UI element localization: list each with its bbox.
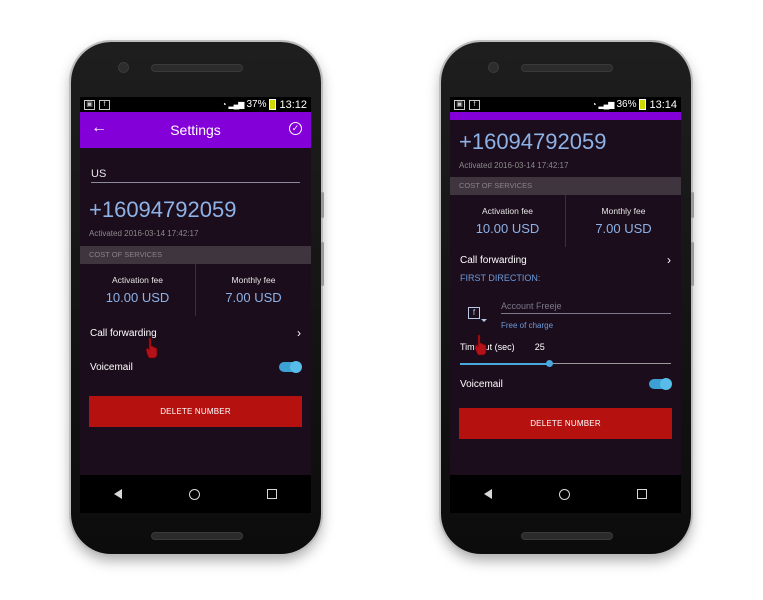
free-of-charge-label: Free of charge <box>501 321 554 330</box>
slider-thumb[interactable] <box>545 360 553 367</box>
fees-row: Activation fee 10.00 USD Monthly fee 7.0… <box>450 195 681 247</box>
battery-icon <box>269 99 277 110</box>
first-direction-label: FIRST DIRECTION: <box>460 273 541 283</box>
slider-fill <box>460 363 549 365</box>
activation-fee-label: Activation fee <box>111 275 164 285</box>
timeout-slider[interactable] <box>460 360 671 368</box>
image-icon: ▣ <box>454 99 465 110</box>
bottom-speaker <box>151 532 243 540</box>
monthly-fee-value: 7.00 USD <box>225 290 282 305</box>
clock: 13:12 <box>279 98 307 111</box>
phone-frame-right: ▣ f ◔ ▂▄▆ 36% 13:14 +16094792059 Activat… <box>441 42 694 554</box>
signal-icon: ▂▄▆ <box>228 100 244 109</box>
activation-fee: Activation fee 10.00 USD <box>450 195 565 247</box>
monthly-fee-label: Monthly fee <box>231 275 276 285</box>
facebook-icon: f <box>469 99 480 110</box>
wifi-icon: ◔ <box>591 100 597 109</box>
home-circle-icon[interactable] <box>558 488 570 500</box>
section-header-cost: COST OF SERVICES <box>80 246 311 264</box>
battery-icon <box>639 99 647 110</box>
signal-icon: ▂▄▆ <box>598 100 614 109</box>
voicemail-row: Voicemail <box>80 350 311 384</box>
status-bar: ▣ f ◔ ▂▄▆ 37% 13:12 <box>80 97 311 112</box>
activation-date: Activated 2016-03-14 17:42:17 <box>459 161 569 170</box>
clock: 13:14 <box>649 98 677 111</box>
back-arrow-icon[interactable]: ← <box>91 119 107 137</box>
hand-pointer-icon <box>474 334 487 356</box>
app-bar <box>450 112 681 120</box>
volume-button <box>691 242 694 286</box>
voicemail-toggle[interactable] <box>649 378 672 390</box>
monthly-fee: Monthly fee 7.00 USD <box>195 264 311 316</box>
battery-percent: 37% <box>246 99 267 110</box>
recents-square-icon[interactable] <box>267 489 278 499</box>
voicemail-row: Voicemail <box>450 370 681 398</box>
monthly-fee-value: 7.00 USD <box>595 221 652 236</box>
voicemail-toggle[interactable] <box>279 361 302 373</box>
call-forwarding-row[interactable]: Call forwarding › <box>450 247 681 273</box>
facebook-icon: f <box>99 99 110 110</box>
voicemail-label: Voicemail <box>90 361 133 373</box>
top-speaker <box>521 64 613 72</box>
timeout-value: 25 <box>534 342 545 352</box>
image-icon: ▣ <box>84 99 95 110</box>
chevron-right-icon: › <box>297 326 301 340</box>
confirm-check-icon[interactable]: ✓ <box>289 122 302 135</box>
recents-square-icon[interactable] <box>637 489 648 499</box>
call-forwarding-label: Call forwarding <box>460 254 527 266</box>
power-button <box>691 192 694 218</box>
back-triangle-icon[interactable] <box>113 489 122 499</box>
country-field[interactable]: US <box>91 168 300 183</box>
front-camera <box>488 62 499 73</box>
chevron-right-icon: › <box>667 253 671 267</box>
home-circle-icon[interactable] <box>188 488 200 500</box>
account-block: Account Freeje Free of charge <box>501 295 671 330</box>
top-speaker <box>151 64 243 72</box>
fees-row: Activation fee 10.00 USD Monthly fee 7.0… <box>80 264 311 316</box>
voicemail-label: Voicemail <box>460 378 503 390</box>
status-bar: ▣ f ◔ ▂▄▆ 36% 13:14 <box>450 97 681 112</box>
volume-button <box>321 242 324 286</box>
phone-frame-left: ▣ f ◔ ▂▄▆ 37% 13:12 ← Settings ✓ US +160… <box>71 42 324 554</box>
call-forwarding-row[interactable]: Call forwarding › <box>80 316 311 350</box>
phone-number: +16094792059 <box>89 197 237 222</box>
activation-fee: Activation fee 10.00 USD <box>80 264 195 316</box>
front-camera <box>118 62 129 73</box>
bottom-speaker <box>521 532 613 540</box>
delete-number-button[interactable]: DELETE NUMBER <box>459 408 672 439</box>
dropdown-caret-icon[interactable] <box>481 319 487 322</box>
delete-number-button[interactable]: DELETE NUMBER <box>89 396 302 427</box>
activation-fee-label: Activation fee <box>481 206 534 216</box>
forwarding-destination: f Account Freeje Free of charge <box>450 287 681 330</box>
activation-fee-value: 10.00 USD <box>105 290 170 305</box>
monthly-fee: Monthly fee 7.00 USD <box>565 195 681 247</box>
monthly-fee-label: Monthly fee <box>601 206 646 216</box>
screen-settings: ▣ f ◔ ▂▄▆ 37% 13:12 ← Settings ✓ US +160… <box>80 97 311 513</box>
screen-call-forwarding: ▣ f ◔ ▂▄▆ 36% 13:14 +16094792059 Activat… <box>450 97 681 513</box>
battery-percent: 36% <box>616 99 637 110</box>
page-title: Settings <box>170 122 221 138</box>
facebook-icon[interactable]: f <box>468 307 480 319</box>
nav-bar <box>450 475 681 513</box>
activation-date: Activated 2016-03-14 17:42:17 <box>89 229 199 238</box>
activation-fee-value: 10.00 USD <box>475 221 540 236</box>
app-bar: ← Settings ✓ <box>80 112 311 148</box>
back-triangle-icon[interactable] <box>483 489 492 499</box>
phone-number: +16094792059 <box>459 129 607 154</box>
nav-bar <box>80 475 311 513</box>
hand-pointer-icon <box>145 337 158 359</box>
section-header-cost: COST OF SERVICES <box>450 177 681 195</box>
wifi-icon: ◔ <box>221 100 227 109</box>
account-input[interactable]: Account Freeje <box>501 295 671 314</box>
power-button <box>321 192 324 218</box>
